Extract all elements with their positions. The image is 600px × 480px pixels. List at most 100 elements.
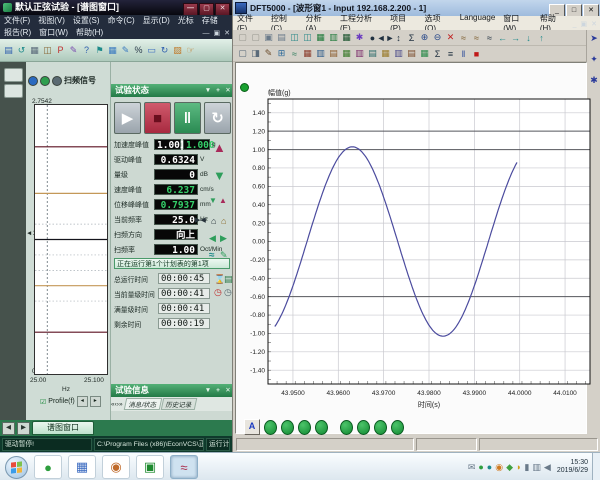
maximize-button[interactable]: ▢: [199, 3, 214, 16]
expand-y-icon[interactable]: ↕: [392, 31, 405, 45]
back-arrow-icon[interactable]: ←: [496, 31, 509, 45]
tray-orange-icon[interactable]: ◉: [495, 462, 503, 473]
clock-gray-icon[interactable]: ◷: [224, 287, 232, 298]
print-icon[interactable]: ▤: [275, 31, 288, 45]
tray-network-icon[interactable]: ▥: [532, 462, 541, 473]
down-arrow-icon[interactable]: ↓: [522, 31, 535, 45]
paste-icon[interactable]: ◫: [301, 31, 314, 45]
fft-grid-icon[interactable]: ▦: [301, 47, 314, 61]
mdi-minimize-button[interactable]: _: [571, 21, 579, 28]
pin-icon[interactable]: +: [213, 384, 223, 397]
sweep-hold-icon[interactable]: ▶◀: [195, 216, 206, 224]
docked-panel-tab-data[interactable]: [4, 84, 23, 98]
show-desktop-button[interactable]: [592, 453, 600, 480]
pause-button[interactable]: ‖: [174, 102, 201, 134]
pan-hand-icon[interactable]: ☞: [184, 43, 197, 58]
pdf-export-icon[interactable]: P: [54, 43, 67, 58]
pen-icon[interactable]: ✎: [262, 47, 275, 61]
spectrum-grid-icon[interactable]: ▥: [314, 47, 327, 61]
percent-icon[interactable]: %: [132, 43, 145, 58]
vcs-titlebar[interactable]: 默认正弦试验 - [谱图窗口] —▢✕: [0, 0, 232, 15]
clock-red-icon[interactable]: ◷: [214, 287, 222, 298]
waveform-2-icon[interactable]: ≈: [470, 31, 483, 45]
tray-teal-dot-icon[interactable]: ●: [487, 462, 492, 472]
mdi-minimize-button[interactable]: —: [201, 30, 212, 37]
menu-file-row2-2[interactable]: 帮助(H): [72, 27, 107, 39]
stop-acquisition-icon[interactable]: ■: [470, 47, 483, 61]
menu-file-row1-6[interactable]: 存储: [198, 15, 222, 27]
peak-cursor-icon[interactable]: ◄►: [379, 31, 392, 45]
menu-file-row1-0[interactable]: 文件(F): [0, 15, 34, 27]
tab-messages[interactable]: 消息/状态: [123, 398, 161, 410]
sigma-icon[interactable]: Σ: [431, 47, 444, 61]
delete-icon[interactable]: ✕: [444, 31, 457, 45]
sum-icon[interactable]: Σ: [405, 31, 418, 45]
pin-icon[interactable]: +: [213, 84, 223, 97]
print-icon[interactable]: ▦: [28, 43, 41, 58]
docked-panel-tab-report[interactable]: [4, 68, 23, 82]
tab-history[interactable]: 历史记录: [161, 398, 198, 410]
marker-tool-icon[interactable]: ✱: [590, 75, 598, 86]
undo-icon[interactable]: ↺: [15, 43, 28, 58]
signal-wave-icon[interactable]: ≈: [288, 47, 301, 61]
quad-view-icon[interactable]: ▦: [340, 31, 353, 45]
tray-green-dot-icon[interactable]: ●: [478, 462, 483, 472]
mdi-restore-button[interactable]: ▣: [579, 21, 590, 28]
chevron-down-icon[interactable]: ▼: [203, 384, 213, 397]
new-file-icon[interactable]: ▢: [236, 31, 249, 45]
legend-next-button[interactable]: ▸: [90, 396, 101, 407]
taskbar-app-calculator[interactable]: ▦: [68, 455, 96, 479]
menu-file-row2-0[interactable]: 报告(R): [0, 27, 35, 39]
tab-scroll-left-button[interactable]: ◀: [2, 422, 15, 435]
list-icon[interactable]: ≡: [444, 47, 457, 61]
start-button[interactable]: ▶: [114, 102, 141, 134]
forward-arrow-icon[interactable]: →: [509, 31, 522, 45]
menu-file-row2-1[interactable]: 窗口(W): [35, 27, 72, 39]
monitor-icon[interactable]: ▭: [145, 43, 158, 58]
sweep-signal-chart[interactable]: [34, 104, 108, 375]
copy-icon[interactable]: ◫: [41, 43, 54, 58]
nudge-up-icon[interactable]: ▲: [219, 196, 227, 205]
phase-chart-icon[interactable]: ▥: [353, 47, 366, 61]
test-status-header[interactable]: 试验状态 ▼+✕: [111, 84, 233, 97]
dual-view-icon[interactable]: ▥: [327, 31, 340, 45]
menu-file-row1-3[interactable]: 命令(C): [104, 15, 139, 27]
window-icon[interactable]: ▢: [236, 47, 249, 61]
window-dot-blue-icon[interactable]: [28, 76, 38, 86]
taskbar-app-econ[interactable]: ●: [34, 455, 62, 479]
start-button[interactable]: [5, 456, 28, 479]
pointer-tool-icon[interactable]: ➤: [590, 33, 598, 44]
menu-file-row1-2[interactable]: 设置(S): [69, 15, 104, 27]
save-icon[interactable]: ▣: [262, 31, 275, 45]
edit-pen-icon[interactable]: ✎: [67, 43, 80, 58]
half-view-icon[interactable]: ◨: [249, 47, 262, 61]
table-3-icon[interactable]: ▥: [392, 47, 405, 61]
taskbar-clock[interactable]: 15:30 2019/6/29: [557, 459, 588, 475]
lock-frequency-icon[interactable]: ⌂: [221, 216, 226, 226]
tab-scroll-right-button[interactable]: ▶: [17, 422, 30, 435]
tray-shield-icon[interactable]: ◆: [506, 462, 513, 473]
chart-3-icon[interactable]: ▦: [379, 47, 392, 61]
mdi-close-button[interactable]: ✕: [222, 30, 232, 37]
snapshot-icon[interactable]: ▨: [171, 43, 184, 58]
sweep-forward-icon[interactable]: ▶: [220, 233, 227, 244]
legend-prev-button[interactable]: ◂: [77, 396, 88, 407]
chevron-down-icon[interactable]: ▼: [203, 84, 213, 97]
level-down-arrow-icon[interactable]: ▼: [213, 168, 226, 183]
zoom-out-icon[interactable]: ⊖: [431, 31, 444, 45]
window-dot-green-icon[interactable]: [40, 76, 50, 86]
chart-icon[interactable]: ▦: [106, 43, 119, 58]
tray-volume-icon[interactable]: ◀: [544, 462, 551, 473]
tab-spectrum-window[interactable]: 谱图窗口: [32, 421, 94, 435]
chart-4-icon[interactable]: ▤: [405, 47, 418, 61]
waveform-3-icon[interactable]: ≈: [483, 31, 496, 45]
flag-icon[interactable]: ⚑: [93, 43, 106, 58]
waveform-1-icon[interactable]: ≈: [457, 31, 470, 45]
tray-energy-icon[interactable]: ◗: [516, 462, 521, 472]
refresh-icon[interactable]: ↻: [158, 43, 171, 58]
test-info-header[interactable]: 试验信息 ▼+✕: [111, 384, 233, 397]
loop-button[interactable]: ↻: [204, 102, 231, 134]
data-table-icon[interactable]: ▤: [327, 47, 340, 61]
pause-acquisition-icon[interactable]: ‖: [457, 47, 470, 61]
menu-file-row1-5[interactable]: 光标: [174, 15, 198, 27]
